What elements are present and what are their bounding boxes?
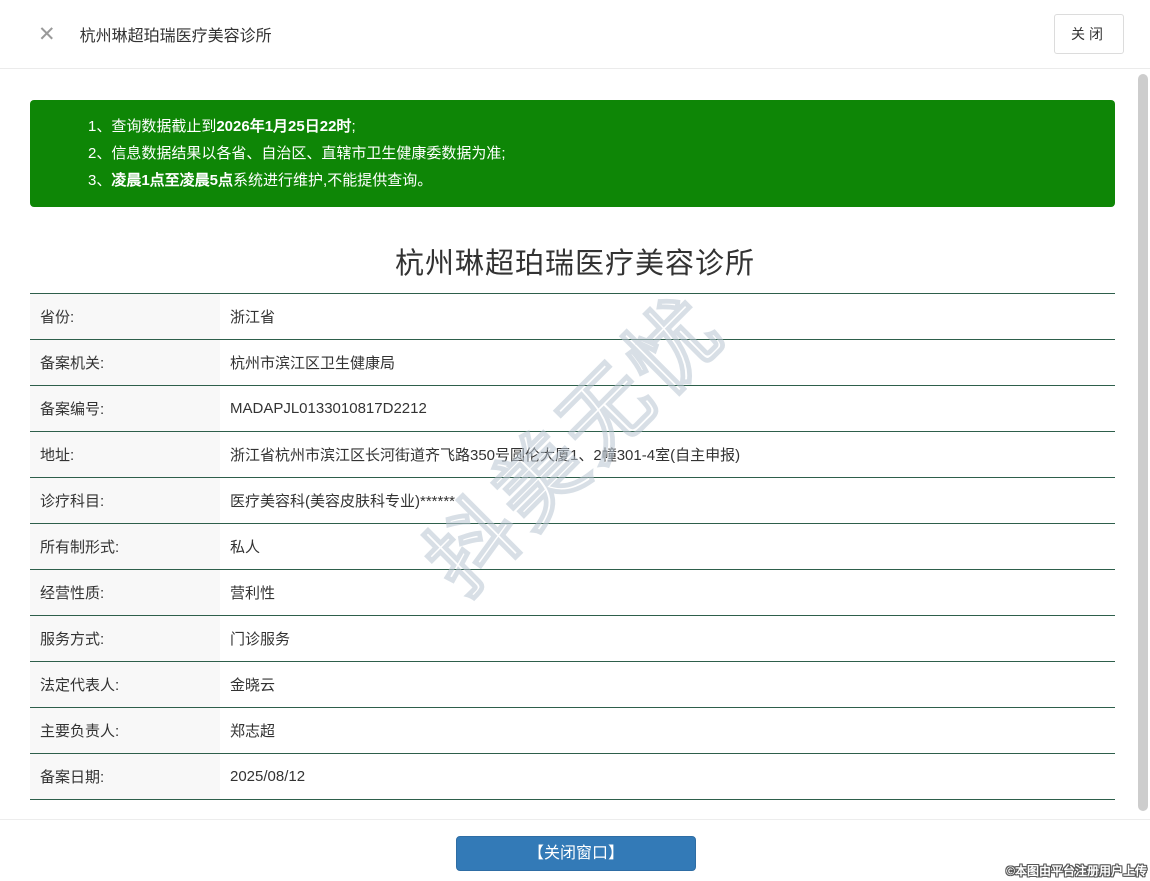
close-window-button[interactable]: 【关闭窗口】	[456, 836, 696, 871]
field-value: 医疗美容科(美容皮肤科专业)******	[230, 493, 456, 510]
close-button[interactable]: 关闭	[1054, 14, 1124, 54]
field-label: 备案机关:	[30, 340, 220, 385]
upload-credit-text: ©本图由平台注册用户上传	[1006, 864, 1147, 878]
field-value: MADAPJL0133010817D2212	[230, 400, 427, 417]
notice-line: 1、查询数据截止到2026年1月25日22时;	[88, 118, 356, 135]
table-row: 备案编号: MADAPJL0133010817D2212	[30, 386, 1115, 432]
field-label: 法定代表人:	[30, 662, 220, 707]
field-value: 浙江省	[230, 309, 276, 326]
notice-line: 2、信息数据结果以各省、自治区、直辖市卫生健康委数据为准;	[88, 145, 506, 162]
info-table: 省份: 浙江省 备案机关: 杭州市滨江区卫生健康局 备案编号: MADAPJL0…	[30, 293, 1115, 800]
field-value: 私人	[230, 539, 261, 556]
field-label: 经营性质:	[30, 570, 220, 615]
table-row: 经营性质: 营利性	[30, 570, 1115, 616]
table-row: 所有制形式: 私人	[30, 524, 1115, 570]
table-row: 主要负责人: 郑志超	[30, 708, 1115, 754]
field-label: 省份:	[30, 294, 220, 339]
page-title: 杭州琳超珀瑞医疗美容诊所	[394, 248, 755, 280]
notice-line: 3、凌晨1点至凌晨5点系统进行维护,不能提供查询。	[88, 172, 433, 189]
notice-banner: 1、查询数据截止到2026年1月25日22时; 2、信息数据结果以各省、自治区、…	[30, 100, 1115, 207]
field-label: 备案日期:	[30, 754, 220, 799]
field-label: 主要负责人:	[30, 708, 220, 753]
field-label: 地址:	[30, 432, 220, 477]
field-value: 门诊服务	[230, 631, 291, 648]
field-label: 服务方式:	[30, 616, 220, 661]
field-label: 诊疗科目:	[30, 478, 220, 523]
field-value: 郑志超	[230, 723, 276, 740]
scrollbar-thumb[interactable]	[1138, 74, 1148, 811]
top-bar: ✕ 杭州琳超珀瑞医疗美容诊所 关闭	[0, 0, 1150, 69]
table-row: 诊疗科目: 医疗美容科(美容皮肤科专业)******	[30, 478, 1115, 524]
field-label: 备案编号:	[30, 386, 220, 431]
field-value: 营利性	[230, 585, 276, 602]
field-value: 2025/08/12	[230, 768, 306, 785]
field-label: 所有制形式:	[30, 524, 220, 569]
bottom-divider	[0, 819, 1150, 820]
table-row: 服务方式: 门诊服务	[30, 616, 1115, 662]
field-value: 金晓云	[230, 677, 276, 694]
window-title: 杭州琳超珀瑞医疗美容诊所	[79, 28, 272, 45]
field-value: 浙江省杭州市滨江区长河街道齐飞路350号圆伦大厦1、2幢301-4室(自主申报)	[230, 447, 741, 464]
table-row: 地址: 浙江省杭州市滨江区长河街道齐飞路350号圆伦大厦1、2幢301-4室(自…	[30, 432, 1115, 478]
field-value: 杭州市滨江区卫生健康局	[230, 355, 396, 372]
table-row: 省份: 浙江省	[30, 294, 1115, 340]
table-row: 备案机关: 杭州市滨江区卫生健康局	[30, 340, 1115, 386]
table-row: 备案日期: 2025/08/12	[30, 754, 1115, 800]
table-row: 法定代表人: 金晓云	[30, 662, 1115, 708]
close-x-icon[interactable]: ✕	[38, 24, 56, 45]
